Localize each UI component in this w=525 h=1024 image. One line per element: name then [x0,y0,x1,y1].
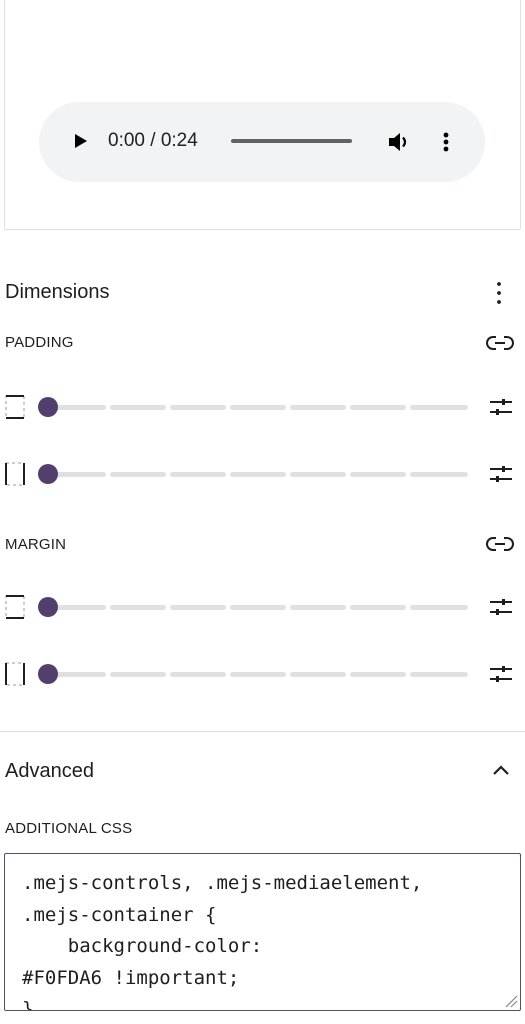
player-more-button[interactable] [438,129,454,155]
additional-css-textarea[interactable] [4,853,521,1011]
slider-track-segment [350,672,406,677]
advanced-panel-toggle[interactable]: Advanced [5,760,94,783]
padding-horizontal-slider[interactable] [38,463,470,485]
play-icon [75,134,87,148]
volume-button[interactable] [386,129,412,155]
slider-track-segment [350,405,406,410]
advanced-collapse-button[interactable] [488,760,514,782]
padding-horizontal-custom-button[interactable] [488,462,514,486]
slider-track-segment [110,672,166,677]
chevron-up-icon [493,765,509,775]
slider-thumb[interactable] [38,397,58,417]
slider-track-segment [170,672,226,677]
panel-divider [0,731,525,732]
slider-thumb[interactable] [38,664,58,684]
margin-vertical-icon [4,593,28,621]
slider-track-segment [410,472,468,477]
slider-track-segment [230,605,286,610]
slider-track-segment [350,472,406,477]
slider-track-segment [170,605,226,610]
slider-track-segment [290,605,346,610]
margin-horizontal-custom-button[interactable] [488,662,514,686]
slider-track-segment [290,472,346,477]
sliders-icon [490,599,512,615]
play-button[interactable] [72,130,90,152]
slider-track-segment [170,472,226,477]
slider-track-segment [230,405,286,410]
slider-track-segment [410,605,468,610]
padding-link-sides-button[interactable] [485,332,515,354]
time-display: 0:00 / 0:24 [108,130,198,151]
padding-horizontal-icon [4,460,28,488]
margin-link-sides-button[interactable] [485,533,515,555]
sliders-icon [490,666,512,682]
seek-slider[interactable] [231,139,352,143]
margin-vertical-custom-button[interactable] [488,595,514,619]
slider-track-segment [110,605,166,610]
margin-vertical-slider[interactable] [38,596,470,618]
sliders-icon [490,399,512,415]
padding-vertical-icon [4,393,28,421]
margin-horizontal-slider[interactable] [38,663,470,685]
dimensions-options-button[interactable] [488,279,510,307]
sliders-icon [490,466,512,482]
more-vertical-icon [497,282,501,304]
margin-horizontal-icon [4,660,28,688]
more-vertical-icon [443,132,449,152]
volume-icon [389,133,407,151]
slider-track-segment [410,405,468,410]
link-icon [486,537,514,551]
slider-thumb[interactable] [38,464,58,484]
margin-label: MARGIN [5,536,67,553]
slider-track-segment [290,405,346,410]
slider-track-segment [170,405,226,410]
slider-track-segment [110,472,166,477]
slider-track-segment [230,672,286,677]
padding-vertical-custom-button[interactable] [488,395,514,419]
padding-label: PADDING [5,334,74,351]
link-icon [486,336,514,350]
padding-vertical-slider[interactable] [38,396,470,418]
slider-track-segment [230,472,286,477]
slider-track-segment [290,672,346,677]
slider-track-segment [410,672,468,677]
additional-css-label: ADDITIONAL CSS [5,820,133,837]
slider-thumb[interactable] [38,597,58,617]
slider-track-segment [350,605,406,610]
slider-track-segment [110,405,166,410]
dimensions-title: Dimensions [5,281,110,303]
resize-handle-icon[interactable] [504,994,518,1008]
